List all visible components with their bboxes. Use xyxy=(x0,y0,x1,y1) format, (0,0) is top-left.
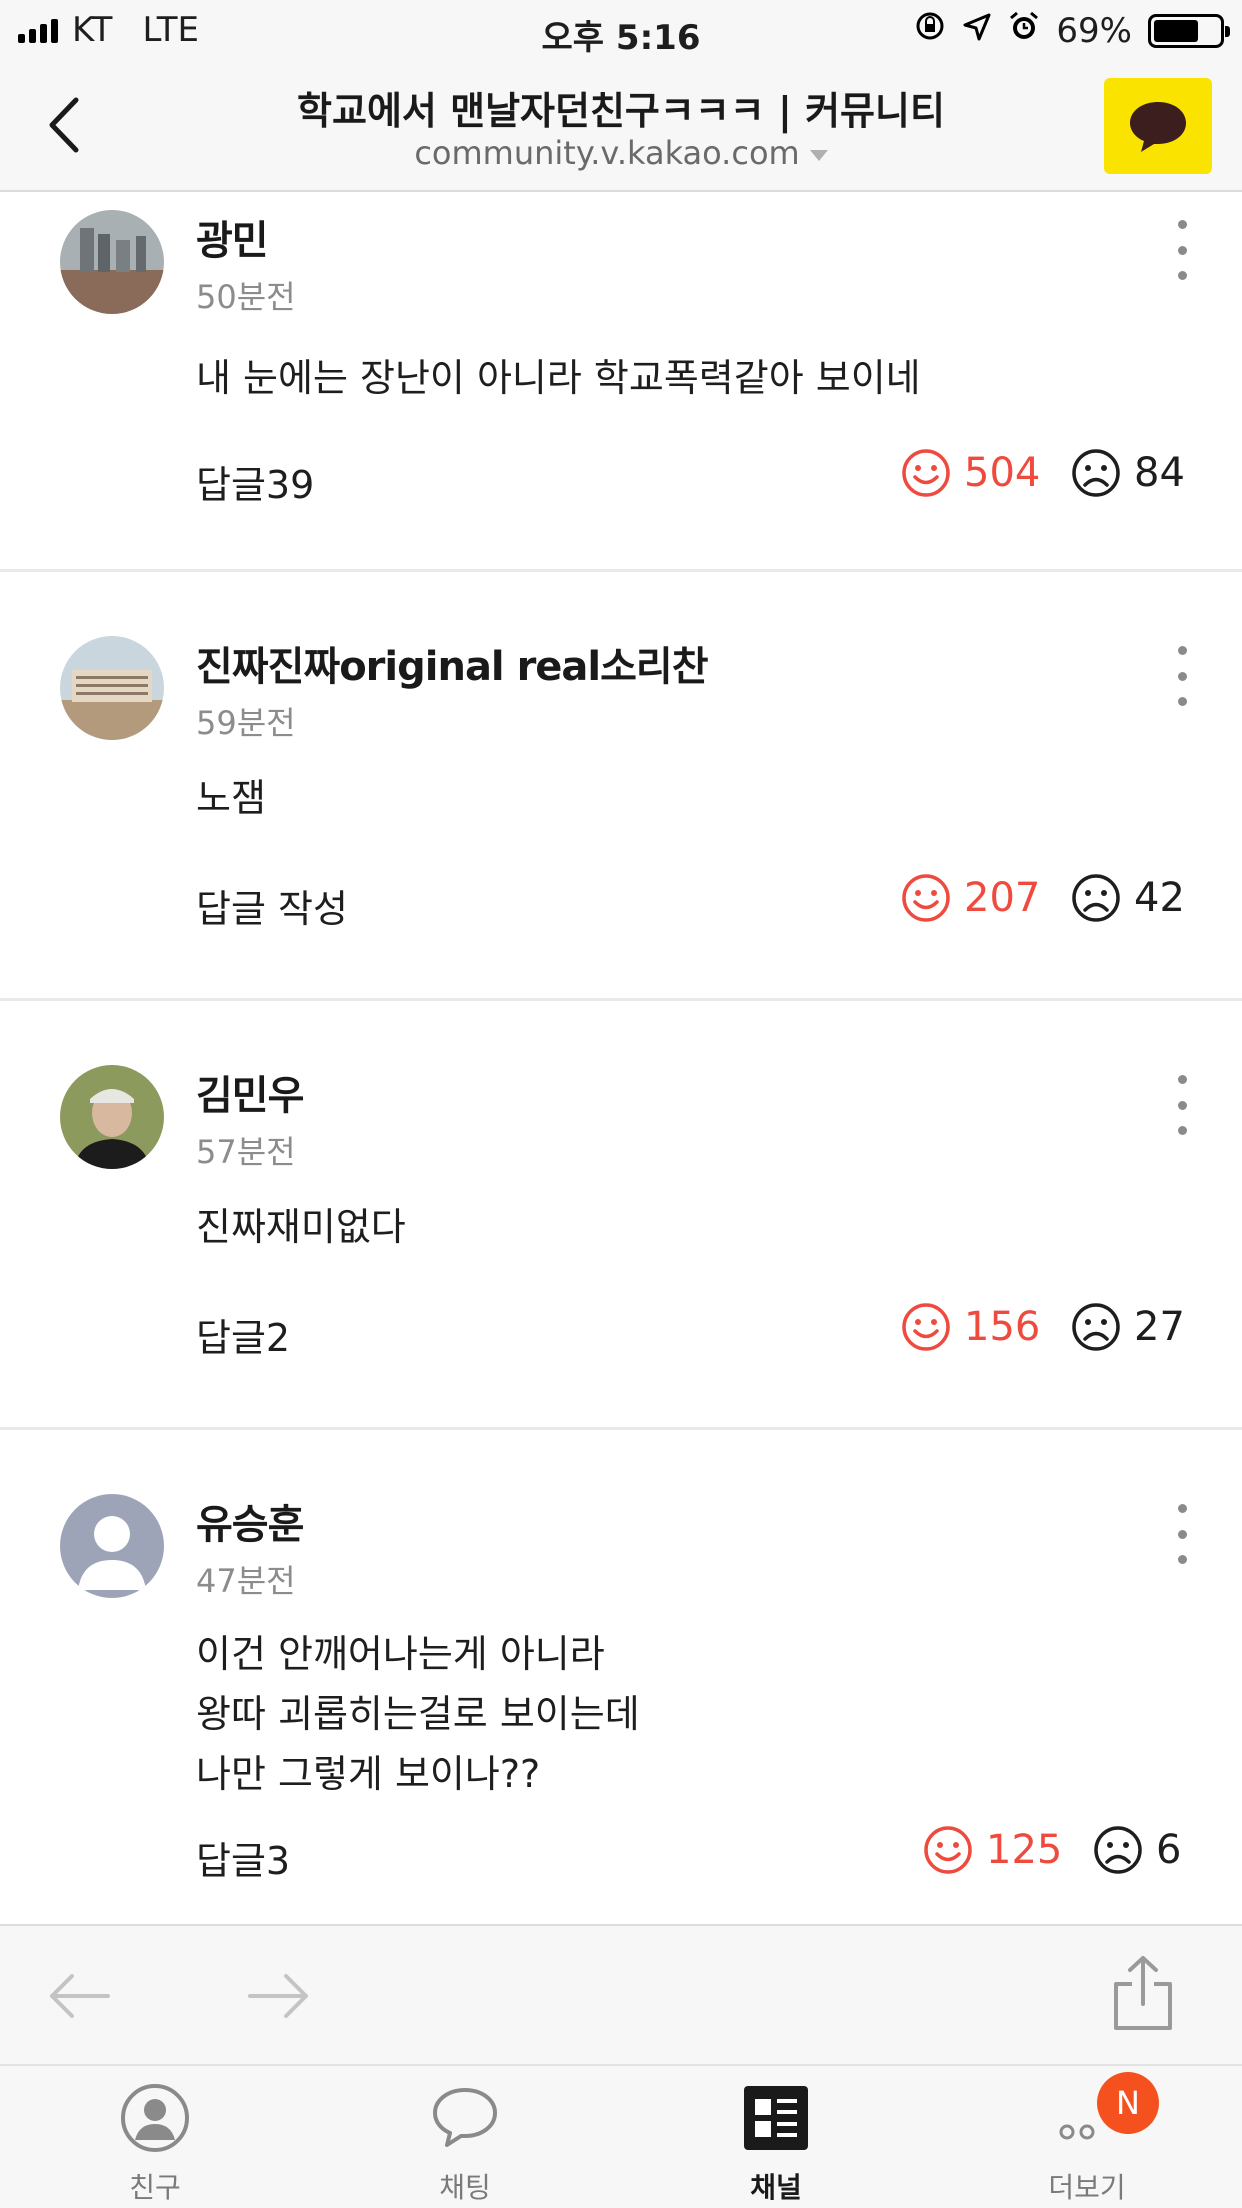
avatar[interactable] xyxy=(60,1065,164,1169)
frown-face-icon xyxy=(1072,874,1120,922)
more-options-button[interactable] xyxy=(1172,1075,1192,1135)
tab-chats[interactable]: 채팅 xyxy=(375,2082,555,2206)
comment-item: 광민 50분전 내 눈에는 장난이 아니라 학교폭력같아 보이네 답글39 50… xyxy=(0,192,1242,572)
person-icon xyxy=(121,2084,189,2152)
frown-face-icon xyxy=(1072,449,1120,497)
dislike-button[interactable]: 6 xyxy=(1092,1824,1181,1876)
reply-button[interactable]: 답글 작성 xyxy=(196,878,348,933)
comment-time: 59분전 xyxy=(196,704,296,742)
tab-label: 채팅 xyxy=(439,2171,491,2204)
like-button[interactable]: 207 xyxy=(900,872,1040,924)
kakaotalk-share-button[interactable] xyxy=(1104,78,1212,174)
more-options-button[interactable] xyxy=(1172,1504,1192,1564)
dislike-button[interactable]: 27 xyxy=(1070,1301,1185,1353)
reply-button[interactable]: 답글39 xyxy=(196,454,314,509)
default-avatar-icon xyxy=(60,1494,164,1598)
reply-button[interactable]: 답글3 xyxy=(196,1830,290,1885)
tab-label: 채널 xyxy=(750,2171,802,2204)
more-options-button[interactable] xyxy=(1172,646,1192,706)
arrow-left-icon xyxy=(50,1974,110,2018)
smile-face-icon xyxy=(902,449,950,497)
smile-face-icon xyxy=(924,1826,972,1874)
battery-icon xyxy=(1148,13,1230,48)
comment-item: 진짜진짜original real소리찬 59분전 노잼 답글 작성 207 4… xyxy=(0,572,1242,1001)
like-count: 207 xyxy=(964,875,1041,921)
author-name[interactable]: 광민 xyxy=(196,208,269,266)
back-arrow-button[interactable] xyxy=(44,1966,114,2030)
comment-line: 내 눈에는 장난이 아니라 학교폭력같아 보이네 xyxy=(196,356,921,400)
author-name[interactable]: 진짜진짜original real소리찬 xyxy=(196,634,709,692)
dislike-count: 84 xyxy=(1134,450,1185,496)
status-right: 69% xyxy=(914,10,1230,51)
comment-time: 50분전 xyxy=(196,278,296,316)
author-name[interactable]: 유승훈 xyxy=(196,1492,304,1550)
like-button[interactable]: 156 xyxy=(900,1301,1040,1353)
browser-toolbar xyxy=(0,1924,1242,2064)
tab-label: 친구 xyxy=(129,2171,181,2204)
battery-percent: 69% xyxy=(1056,10,1132,51)
smile-face-icon xyxy=(902,874,950,922)
comment-line: 진짜재미없다 xyxy=(196,1205,406,1249)
frown-face-icon xyxy=(1072,1303,1120,1351)
tab-channel[interactable]: 채널 xyxy=(686,2082,866,2206)
forward-arrow-button[interactable] xyxy=(244,1966,314,2030)
dislike-button[interactable]: 42 xyxy=(1070,872,1185,924)
status-bar: KT LTE 오후 5:16 69% xyxy=(0,0,1242,62)
like-button[interactable]: 125 xyxy=(922,1824,1062,1876)
page-title: 학교에서 맨날자던친구ㅋㅋㅋ | 커뮤니티 xyxy=(297,89,945,133)
comment-line: 나만 그렇게 보이나?? xyxy=(196,1752,541,1796)
dislike-count: 6 xyxy=(1156,1827,1182,1873)
avatar[interactable] xyxy=(60,1494,164,1598)
tab-bar: 친구 채팅 채널 더보기 xyxy=(0,2064,1242,2208)
avatar[interactable] xyxy=(60,636,164,740)
comment-line: 이건 안깨어나는게 아니라 xyxy=(196,1632,605,1676)
author-name[interactable]: 김민우 xyxy=(196,1063,304,1121)
speech-bubble-icon xyxy=(1130,102,1186,152)
tab-label: 더보기 xyxy=(1048,2171,1126,2204)
comment-body: 이건 안깨어나는게 아니라 왕따 괴롭히는걸로 보이는데 나만 그렇게 보이나?… xyxy=(196,1624,640,1804)
arrow-right-icon xyxy=(248,1974,308,2018)
like-button[interactable]: 504 xyxy=(900,447,1040,499)
comment-body: 내 눈에는 장난이 아니라 학교폭력같아 보이네 xyxy=(196,348,921,408)
like-count: 504 xyxy=(964,450,1041,496)
notification-badge: N xyxy=(1097,2072,1159,2134)
comment-feed[interactable]: 광민 50분전 내 눈에는 장난이 아니라 학교폭력같아 보이네 답글39 50… xyxy=(0,192,1242,1924)
rotation-lock-icon xyxy=(914,10,946,51)
dislike-count: 27 xyxy=(1134,1304,1185,1350)
more-options-button[interactable] xyxy=(1172,220,1192,280)
comment-item: 김민우 57분전 진짜재미없다 답글2 156 27 xyxy=(0,1001,1242,1430)
comment-line: 노잼 xyxy=(196,776,266,820)
url-selector[interactable]: community.v.kakao.com xyxy=(0,134,1242,172)
share-icon xyxy=(1114,1956,1172,2030)
channel-icon xyxy=(744,2086,808,2150)
comment-body: 진짜재미없다 xyxy=(196,1197,406,1257)
comment-body: 노잼 xyxy=(196,768,266,828)
frown-face-icon xyxy=(1094,1826,1142,1874)
chat-bubble-icon xyxy=(433,2088,497,2147)
alarm-icon xyxy=(1008,10,1040,51)
comment-item: 유승훈 47분전 이건 안깨어나는게 아니라 왕따 괴롭히는걸로 보이는데 나만… xyxy=(0,1430,1242,1924)
avatar[interactable] xyxy=(60,210,164,314)
like-count: 156 xyxy=(964,1304,1041,1350)
comment-time: 57분전 xyxy=(196,1133,296,1171)
dislike-button[interactable]: 84 xyxy=(1070,447,1185,499)
location-arrow-icon xyxy=(962,11,992,51)
dropdown-caret-icon xyxy=(809,149,828,161)
smile-face-icon xyxy=(902,1303,950,1351)
url-label: community.v.kakao.com xyxy=(414,134,800,172)
nav-header: 학교에서 맨날자던친구ㅋㅋㅋ | 커뮤니티 community.v.kakao.… xyxy=(0,62,1242,192)
dislike-count: 42 xyxy=(1134,875,1185,921)
share-button[interactable] xyxy=(1110,1954,1176,2038)
like-count: 125 xyxy=(986,1827,1063,1873)
reply-button[interactable]: 답글2 xyxy=(196,1307,290,1362)
comment-time: 47분전 xyxy=(196,1562,296,1600)
comment-line: 왕따 괴롭히는걸로 보이는데 xyxy=(196,1692,640,1736)
tab-friends[interactable]: 친구 xyxy=(65,2082,245,2206)
